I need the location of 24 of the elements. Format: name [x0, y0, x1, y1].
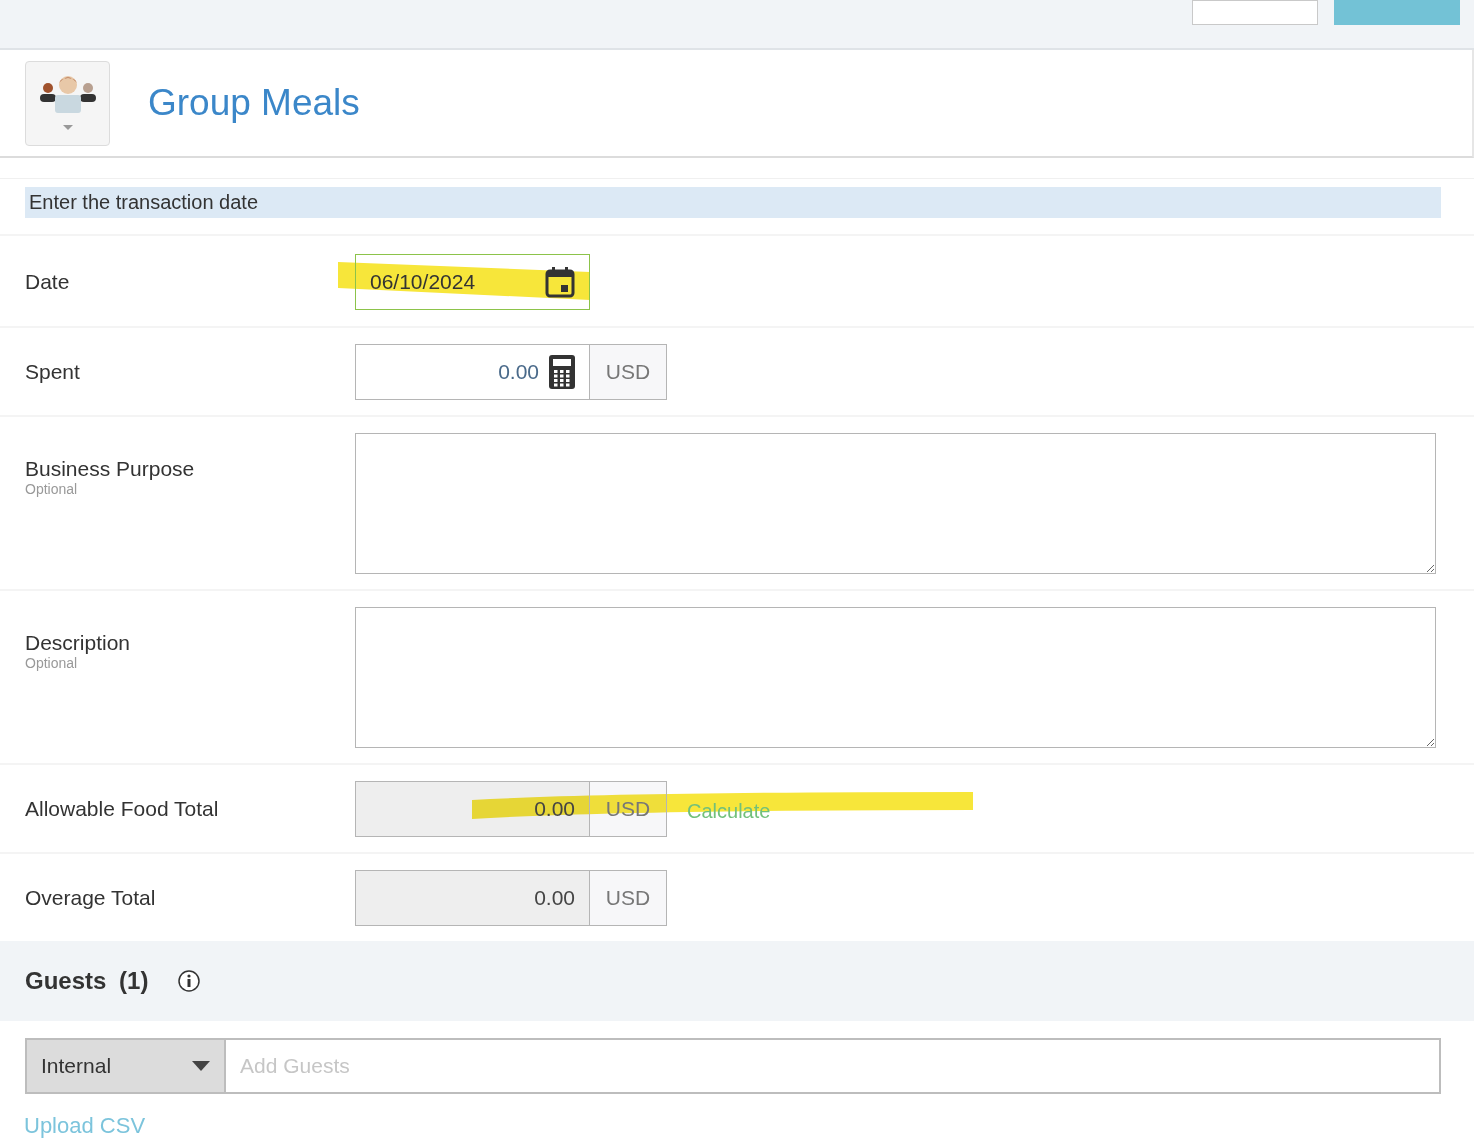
field-label: Business Purpose [25, 457, 196, 481]
guests-heading: Guests (1) [25, 967, 149, 995]
field-label: Spent [25, 360, 81, 384]
caret-icon [192, 1061, 210, 1071]
optional-hint: Optional [25, 481, 79, 497]
field-label: Date [25, 270, 71, 294]
add-guests-field[interactable]: Add Guests [226, 1038, 1441, 1094]
field-label: Description [25, 631, 132, 655]
field-label: Overage Total [25, 886, 157, 910]
group-icon[interactable] [25, 60, 110, 146]
calendar-icon[interactable] [545, 266, 575, 298]
page-title: Group Meals [148, 82, 360, 124]
amount-field: 0.00 [355, 870, 590, 926]
currency-label: USD [590, 870, 667, 926]
field-label: Allowable Food Total [25, 797, 220, 821]
instruction-banner: Enter the transaction date [25, 187, 1441, 218]
optional-hint: Optional [25, 655, 79, 671]
amount-field: 0.00 [355, 781, 590, 837]
currency-label: USD [590, 344, 667, 400]
amount-field[interactable]: 0.00 [355, 344, 590, 400]
calculator-icon[interactable] [549, 355, 575, 389]
date-field[interactable]: 06/10/2024 [355, 254, 590, 310]
info-icon[interactable] [178, 970, 201, 992]
guest-type-dropdown[interactable]: Internal [25, 1038, 226, 1094]
